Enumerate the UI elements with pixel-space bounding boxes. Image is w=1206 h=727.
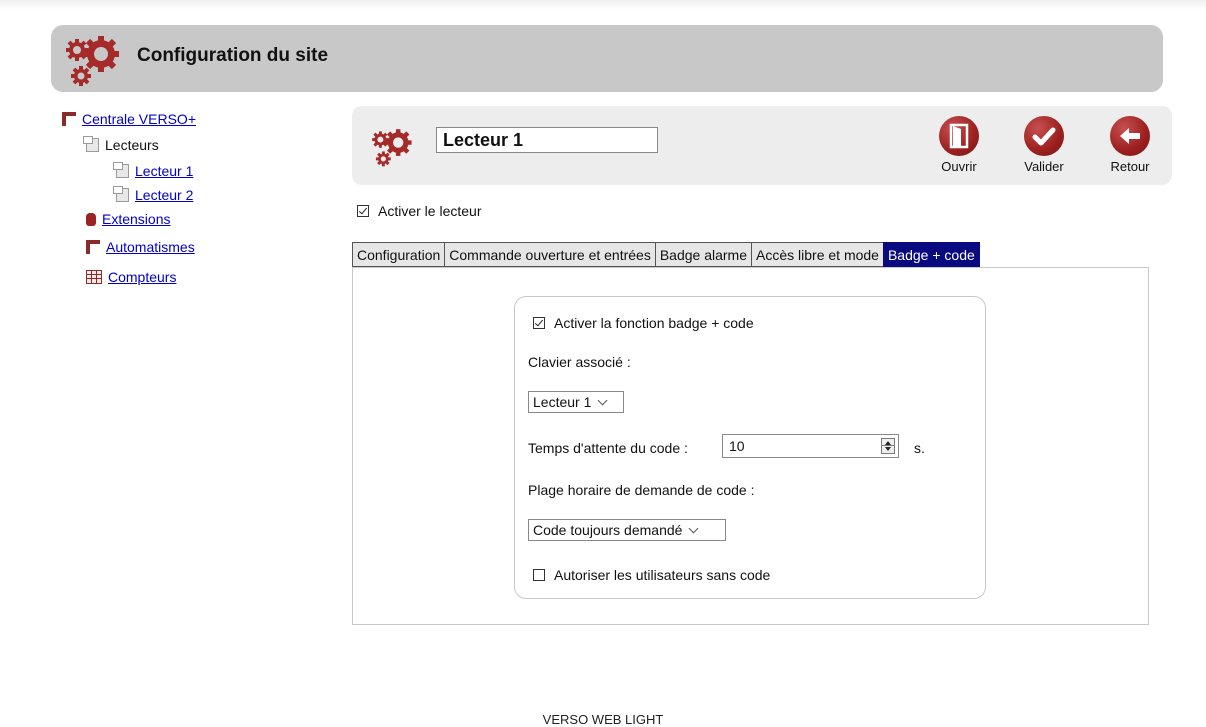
enable-reader-label: Activer le lecteur	[378, 203, 482, 219]
keypad-label: Clavier associé :	[528, 354, 631, 370]
arrow-left-icon	[1110, 116, 1150, 156]
enable-badge-code-label: Activer la fonction badge + code	[554, 315, 754, 331]
document-icon	[83, 136, 99, 152]
keypad-select[interactable]: Lecteur 1	[528, 391, 624, 413]
back-label: Retour	[1110, 159, 1150, 174]
tree-label-lecteurs: Lecteurs	[105, 137, 159, 153]
tab-configuration[interactable]: Configuration	[352, 242, 445, 267]
allow-no-code-label: Autoriser les utilisateurs sans code	[554, 567, 771, 583]
table-icon	[86, 270, 102, 284]
document-icon	[113, 186, 129, 202]
folder-icon	[86, 240, 100, 254]
spinner-icon[interactable]	[881, 438, 895, 454]
footer-text: VERSO WEB LIGHT	[542, 712, 664, 727]
allow-no-code-checkbox[interactable]	[533, 569, 545, 581]
tab-badge-alarme[interactable]: Badge alarme	[654, 242, 752, 267]
validate-label: Valider	[1024, 159, 1064, 174]
page-title: Configuration du site	[137, 45, 329, 66]
tab-commande-ouverture[interactable]: Commande ouverture et entrées	[444, 242, 655, 267]
tree-link-automatismes[interactable]: Automatismes	[106, 239, 195, 255]
validate-button[interactable]: Valider	[1014, 116, 1074, 174]
spinner-divider	[881, 445, 895, 446]
allow-no-code-row[interactable]: Autoriser les utilisateurs sans code	[533, 567, 770, 583]
tree-item-extensions[interactable]: Extensions	[86, 211, 170, 227]
tree-item-centrale[interactable]: Centrale VERSO+	[62, 111, 196, 127]
tree-item-automatismes[interactable]: Automatismes	[86, 239, 195, 255]
keypad-select-value: Lecteur 1	[533, 394, 592, 410]
tree-item-lecteur-1[interactable]: Lecteur 1	[113, 162, 193, 179]
back-button[interactable]: Retour	[1100, 116, 1160, 174]
chevron-down-icon	[597, 395, 608, 405]
schedule-label: Plage horaire de demande de code :	[528, 482, 755, 498]
page-header: Configuration du site	[51, 25, 1163, 92]
enable-badge-code-row[interactable]: Activer la fonction badge + code	[533, 315, 754, 331]
schedule-select[interactable]: Code toujours demandé	[528, 519, 726, 541]
chevron-down-icon	[688, 523, 699, 533]
tree-link-lecteur-1[interactable]: Lecteur 1	[135, 163, 193, 179]
reader-toolbar: Lecteur 1 Ouvrir Valider Retour	[352, 106, 1172, 185]
tab-badge-code[interactable]: Badge + code	[882, 242, 980, 267]
enable-reader-checkbox[interactable]	[357, 205, 369, 217]
wait-time-label: Temps d'attente du code :	[528, 440, 688, 456]
folder-icon	[62, 112, 76, 126]
open-label: Ouvrir	[941, 159, 977, 174]
document-icon	[113, 162, 129, 178]
tree-link-lecteur-2[interactable]: Lecteur 2	[135, 187, 193, 203]
schedule-select-value: Code toujours demandé	[533, 522, 683, 538]
tree-link-centrale[interactable]: Centrale VERSO+	[82, 111, 196, 127]
gears-icon	[372, 129, 412, 167]
open-button[interactable]: Ouvrir	[929, 116, 989, 174]
enable-reader-row[interactable]: Activer le lecteur	[357, 203, 481, 219]
tree-item-lecteur-2[interactable]: Lecteur 2	[113, 186, 193, 203]
tree-link-extensions[interactable]: Extensions	[102, 211, 170, 227]
tab-bar: Configuration Commande ouverture et entr…	[352, 242, 980, 267]
wait-time-input[interactable]: 10	[722, 434, 899, 458]
enable-badge-code-checkbox[interactable]	[533, 317, 545, 329]
check-icon	[1024, 116, 1064, 156]
wait-time-value: 10	[729, 438, 745, 454]
tree-item-compteurs[interactable]: Compteurs	[86, 269, 176, 285]
top-fade	[0, 0, 1206, 10]
reader-name-input[interactable]: Lecteur 1	[436, 127, 658, 153]
gears-icon	[66, 36, 119, 86]
tree-link-compteurs[interactable]: Compteurs	[108, 269, 176, 285]
door-icon	[939, 116, 979, 156]
extension-icon	[86, 212, 96, 226]
tab-acces-libre[interactable]: Accès libre et mode	[751, 242, 883, 267]
wait-time-unit: s.	[914, 440, 925, 456]
tree-item-lecteurs: Lecteurs	[83, 136, 159, 153]
